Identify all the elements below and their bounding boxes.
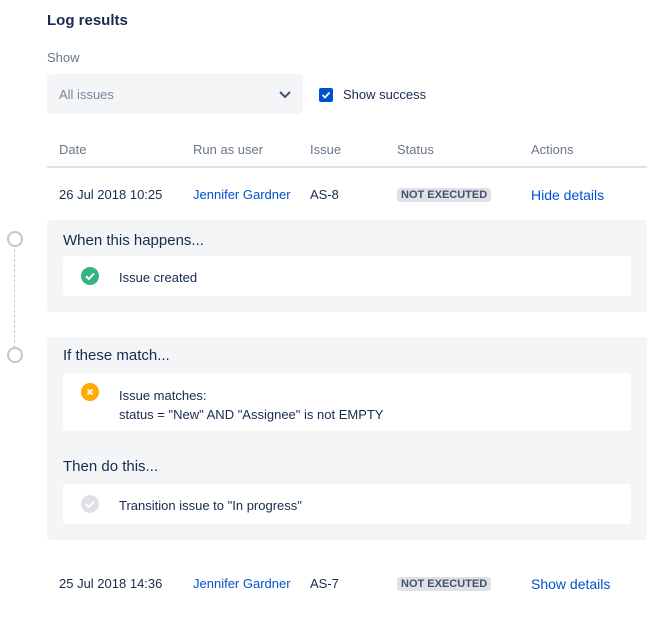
check-circle-grey-icon xyxy=(81,495,99,513)
column-header-actions: Actions xyxy=(531,142,574,157)
page-title: Log results xyxy=(47,12,128,29)
status-badge: NOT EXECUTED xyxy=(397,577,492,591)
table-row: 25 Jul 2018 14:36 Jennifer Gardner AS-7 … xyxy=(47,576,647,606)
conditions-actions-panel: If these match... Issue matches: status … xyxy=(47,337,647,540)
status-badge: NOT EXECUTED xyxy=(397,188,492,202)
timeline-connector xyxy=(14,244,15,348)
column-header-issue: Issue xyxy=(310,142,342,157)
row-date: 26 Jul 2018 10:25 xyxy=(59,187,163,202)
condition-title: Issue matches: xyxy=(119,388,207,403)
action-card: Transition issue to "In progress" xyxy=(63,484,631,524)
row-user-link[interactable]: Jennifer Gardner xyxy=(193,187,291,202)
then-panel-title: Then do this... xyxy=(63,458,159,475)
condition-jql: status = "New" AND "Assignee" is not EMP… xyxy=(119,407,384,422)
show-success-label: Show success xyxy=(343,87,427,102)
table-row: 26 Jul 2018 10:25 Jennifer Gardner AS-8 … xyxy=(47,187,647,217)
show-success-checkbox[interactable] xyxy=(319,87,333,102)
when-panel: When this happens... Issue created xyxy=(47,220,647,312)
row-issue: AS-8 xyxy=(310,187,339,202)
trigger-text: Issue created xyxy=(119,270,198,285)
check-circle-icon xyxy=(81,267,99,285)
show-success-toggle[interactable]: Show success xyxy=(319,87,426,102)
column-header-date: Date xyxy=(59,142,87,157)
chevron-down-icon xyxy=(277,86,293,102)
timeline-dot-if xyxy=(7,347,23,363)
row-user-link[interactable]: Jennifer Gardner xyxy=(193,576,291,591)
show-details-link[interactable]: Show details xyxy=(531,576,610,592)
action-text: Transition issue to "In progress" xyxy=(119,498,302,513)
column-header-run-as-user: Run as user xyxy=(193,142,264,157)
select-value: All issues xyxy=(59,86,114,102)
cross-circle-icon xyxy=(81,383,99,401)
row-issue: AS-7 xyxy=(310,576,339,591)
when-panel-title: When this happens... xyxy=(63,232,204,249)
timeline-dot-when xyxy=(7,231,23,247)
show-filter-select[interactable]: All issues xyxy=(47,74,303,114)
condition-card: Issue matches: status = "New" AND "Assig… xyxy=(63,373,631,431)
if-panel-title: If these match... xyxy=(63,347,170,364)
column-header-status: Status xyxy=(397,142,434,157)
trigger-card: Issue created xyxy=(63,256,631,296)
hide-details-link[interactable]: Hide details xyxy=(531,187,604,203)
table-header: Date Run as user Issue Status Actions xyxy=(47,140,647,168)
show-filter-label: Show xyxy=(47,50,80,65)
row-date: 25 Jul 2018 14:36 xyxy=(59,576,163,591)
